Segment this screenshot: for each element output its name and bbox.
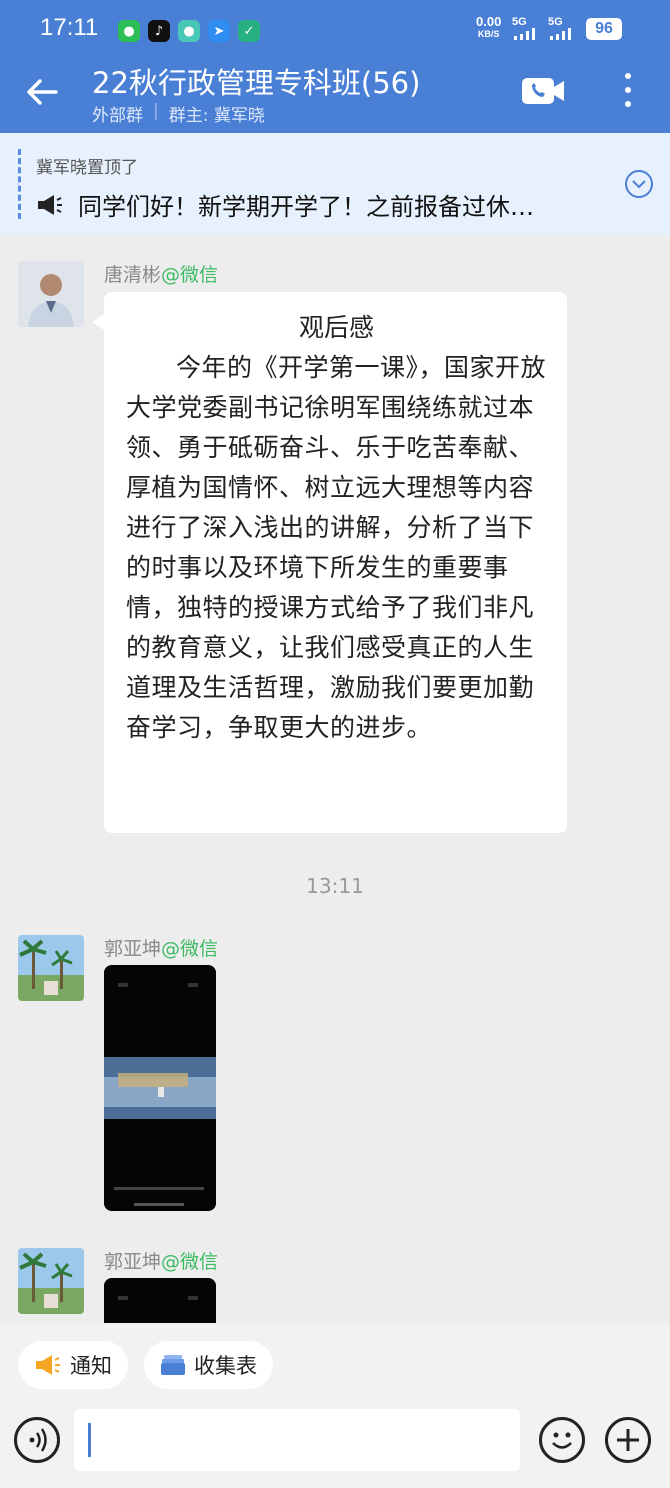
sender-name: 郭亚坤 — [104, 938, 162, 960]
avatar[interactable] — [18, 261, 84, 327]
sender-source: @微信 — [161, 1251, 219, 1273]
more-button[interactable] — [618, 70, 638, 110]
form-stack-icon — [161, 1355, 185, 1375]
sender-name: 郭亚坤 — [104, 1251, 162, 1273]
shield-notify-icon: ✓ — [238, 20, 260, 42]
back-button[interactable] — [22, 72, 62, 112]
bottom-panel: 通知 收集表 — [0, 1323, 670, 1488]
megaphone-icon — [38, 194, 62, 215]
person-avatar-image — [18, 261, 84, 327]
video-message[interactable] — [104, 965, 216, 1211]
text-caret — [88, 1423, 91, 1457]
notice-label: 通知 — [70, 1354, 112, 1378]
emoji-button[interactable] — [539, 1417, 585, 1463]
chat-title: 22秋行政管理专科班(56) — [92, 66, 421, 100]
message-timestamp: 13:11 — [306, 874, 364, 898]
palm-avatar-image — [18, 935, 84, 1001]
pinned-announcement[interactable]: 冀军晓置顶了 同学们好！新学期开学了！之前报备过休… — [0, 133, 670, 235]
status-bar: 17:11 ● ♪ ● ➤ ✓ 0.00 KB/S 5G 5G 96 — [0, 0, 670, 60]
emoji-icon — [552, 1432, 572, 1449]
message-sender: 郭亚坤@微信 — [104, 1247, 218, 1274]
message-body: 今年的《开学第一课》，国家开放大学党委副书记徐明军围绕练就过本领、勇于砥砺奋斗、… — [126, 353, 547, 742]
more-vertical-icon — [625, 73, 631, 107]
app-notify-icon: ➤ — [208, 20, 230, 42]
message-sender: 唐清彬@微信 — [104, 260, 218, 287]
message-input[interactable] — [74, 1409, 520, 1471]
signal-1-label: 5G — [512, 16, 527, 28]
video-call-icon — [522, 78, 564, 104]
notice-button[interactable]: 通知 — [18, 1341, 128, 1389]
signal-1-bars — [514, 28, 535, 40]
form-button[interactable]: 收集表 — [144, 1341, 273, 1389]
add-button[interactable] — [605, 1417, 651, 1463]
net-speed: 0.00 KB/S — [476, 14, 502, 40]
group-owner: 群主: 冀军晓 — [168, 106, 265, 126]
subtitle-divider: | — [153, 101, 159, 121]
pinned-text: 同学们好！新学期开学了！之前报备过休… — [78, 193, 534, 221]
status-app-icons: ● ♪ ● ➤ ✓ — [118, 20, 260, 42]
net-speed-value: 0.00 — [476, 14, 502, 29]
pinned-message-row: 同学们好！新学期开学了！之前报备过休… — [36, 187, 534, 222]
top-bar: 17:11 ● ♪ ● ➤ ✓ 0.00 KB/S 5G 5G 96 22秋行政… — [0, 0, 670, 133]
status-time: 17:11 — [40, 14, 99, 41]
plus-circle-icon — [617, 1429, 639, 1451]
avatar[interactable] — [18, 935, 84, 1001]
battery-indicator: 96 — [586, 18, 622, 40]
arrow-left-icon — [27, 79, 58, 105]
sender-source: @微信 — [161, 938, 219, 960]
pinned-expand-button[interactable] — [624, 169, 654, 199]
signal-2-bars — [550, 28, 571, 40]
sender-name: 唐清彬 — [104, 264, 162, 286]
pinned-by: 冀军晓置顶了 — [36, 158, 138, 178]
message-bubble[interactable]: 观后感 今年的《开学第一课》，国家开放大学党委副书记徐明军围绕练就过本领、勇于砥… — [92, 292, 567, 833]
chevron-down-circle-icon — [625, 170, 653, 198]
avatar[interactable] — [18, 1248, 84, 1314]
chat-subtitle: 外部群 | 群主: 冀军晓 — [92, 101, 265, 126]
sender-source: @微信 — [161, 264, 219, 286]
voice-icon — [29, 1428, 47, 1452]
signal-2-label: 5G — [548, 16, 563, 28]
message-title: 观后感 — [298, 313, 374, 342]
tiktok-notify-icon: ♪ — [148, 20, 170, 42]
voice-button[interactable] — [14, 1417, 60, 1463]
group-tag: 外部群 — [92, 106, 143, 126]
megaphone-icon — [36, 1355, 60, 1375]
video-thumbnail — [104, 965, 216, 1211]
wechat-notify-icon: ● — [118, 20, 140, 42]
pinned-marker — [18, 149, 21, 219]
video-call-button[interactable] — [521, 75, 565, 107]
palm-avatar-image — [18, 1248, 84, 1314]
chat-notify-icon: ● — [178, 20, 200, 42]
net-speed-unit: KB/S — [477, 29, 500, 39]
form-label: 收集表 — [194, 1354, 257, 1378]
message-sender: 郭亚坤@微信 — [104, 934, 218, 961]
